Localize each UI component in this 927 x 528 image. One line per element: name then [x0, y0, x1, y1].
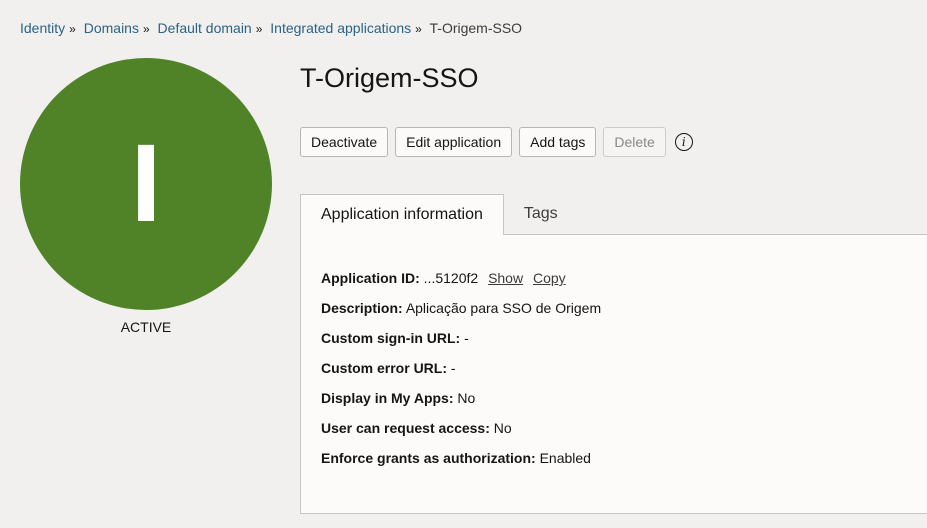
- page-title: T-Origem-SSO: [300, 63, 479, 93]
- app-avatar: I: [20, 58, 272, 310]
- breadcrumb-link-identity[interactable]: Identity: [20, 20, 65, 36]
- application-id-label: Application ID:: [321, 270, 420, 286]
- detail-row-custom-signin-url: Custom sign-in URL: -: [321, 330, 469, 346]
- custom-error-url-label: Custom error URL:: [321, 360, 448, 376]
- copy-id-link[interactable]: Copy: [533, 270, 566, 286]
- info-icon[interactable]: i: [674, 133, 693, 151]
- detail-row-enforce-grants: Enforce grants as authorization: Enabled: [321, 450, 591, 466]
- detail-row-description: Description: Aplicação para SSO de Orige…: [321, 300, 601, 316]
- description-value: Aplicação para SSO de Origem: [405, 300, 602, 316]
- app-avatar-letter: I: [130, 122, 162, 245]
- breadcrumb-link-default-domain[interactable]: Default domain: [158, 20, 252, 36]
- tab-bar: Application information Tags: [300, 194, 578, 235]
- status-label: ACTIVE: [120, 319, 172, 335]
- edit-application-button[interactable]: Edit application: [395, 127, 513, 157]
- display-in-my-apps-label: Display in My Apps:: [321, 390, 454, 406]
- enforce-grants-value: Enabled: [539, 450, 591, 466]
- detail-row-custom-error-url: Custom error URL: -: [321, 360, 456, 376]
- custom-signin-url-label: Custom sign-in URL:: [321, 330, 461, 346]
- detail-row-application-id: Application ID: ...5120f2 Show Copy: [321, 270, 566, 286]
- custom-error-url-value: -: [450, 360, 456, 376]
- detail-row-user-can-request-access: User can request access: No: [321, 420, 512, 436]
- tab-application-information[interactable]: Application information: [300, 194, 504, 235]
- deactivate-button[interactable]: Deactivate: [300, 127, 389, 157]
- add-tags-button[interactable]: Add tags: [519, 127, 597, 157]
- application-information-panel: Application ID: ...5120f2 Show Copy Desc…: [300, 234, 927, 514]
- show-id-link[interactable]: Show: [488, 270, 523, 286]
- breadcrumb-link-domains[interactable]: Domains: [84, 20, 139, 36]
- display-in-my-apps-value: No: [457, 390, 476, 406]
- enforce-grants-label: Enforce grants as authorization:: [321, 450, 536, 466]
- description-label: Description:: [321, 300, 403, 316]
- tab-tags[interactable]: Tags: [504, 194, 578, 234]
- breadcrumb-separator: »: [255, 22, 263, 36]
- breadcrumb-separator: »: [415, 22, 422, 36]
- breadcrumb-separator: »: [142, 22, 150, 36]
- detail-row-display-in-my-apps: Display in My Apps: No: [321, 390, 475, 406]
- breadcrumb-separator: »: [69, 22, 76, 36]
- breadcrumb-current: T-Origem-SSO: [429, 20, 523, 36]
- action-bar: Deactivate Edit application Add tags Del…: [300, 127, 693, 157]
- custom-signin-url-value: -: [464, 330, 469, 346]
- delete-button: Delete: [603, 127, 666, 157]
- user-can-request-access-value: No: [493, 420, 512, 436]
- breadcrumb-link-integrated-applications[interactable]: Integrated applications: [270, 20, 411, 36]
- application-id-value: ...5120f2: [423, 270, 479, 286]
- breadcrumb: Identity» Domains» Default domain» Integ…: [20, 20, 522, 36]
- user-can-request-access-label: User can request access:: [321, 420, 490, 436]
